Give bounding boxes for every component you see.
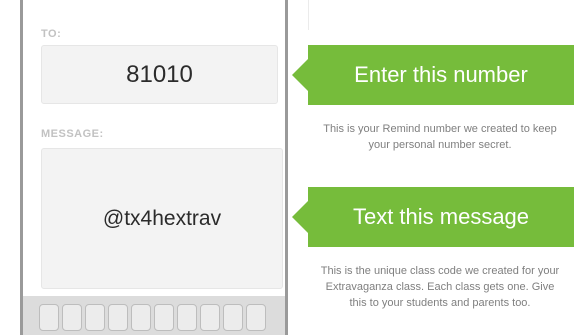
keyboard-key: [62, 304, 82, 331]
keyboard: [23, 296, 285, 335]
to-label: TO:: [41, 28, 62, 40]
keyboard-key: [200, 304, 220, 331]
text-message-callout: Text this message: [292, 187, 574, 247]
message-label: MESSAGE:: [41, 128, 104, 140]
keyboard-key: [108, 304, 128, 331]
keyboard-key: [154, 304, 174, 331]
keyboard-key: [223, 304, 243, 331]
keyboard-key: [39, 304, 59, 331]
keyboard-key: [85, 304, 105, 331]
divider: [308, 0, 309, 30]
remind-number-description: This is your Remind number we created to…: [323, 123, 557, 151]
enter-number-callout: Enter this number: [292, 45, 574, 105]
keyboard-key: [246, 304, 266, 331]
to-field: 81010: [41, 45, 278, 104]
message-field: @tx4hextrav: [41, 148, 283, 289]
class-code-description: This is the unique class code we created…: [320, 265, 560, 309]
phone-mockup: TO: 81010 MESSAGE: @tx4hextrav: [20, 0, 288, 335]
keyboard-key: [131, 304, 151, 331]
keyboard-key: [177, 304, 197, 331]
